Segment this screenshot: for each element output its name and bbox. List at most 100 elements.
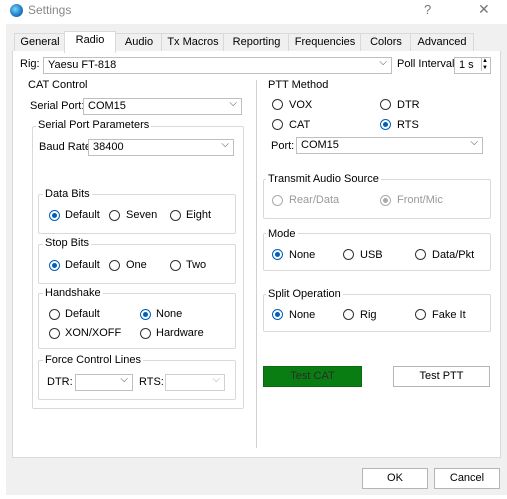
handshake-none-label: None: [156, 308, 183, 320]
ptt-cat-label: CAT: [289, 119, 311, 131]
mode-none-label: None: [289, 249, 316, 261]
tab-advanced[interactable]: Advanced: [410, 33, 474, 52]
ptt-port-select[interactable]: COM15 ⌵: [296, 137, 483, 154]
data-bits-seven-radio[interactable]: [109, 210, 120, 221]
split-none-label: None: [289, 309, 316, 321]
test-cat-button[interactable]: Test CAT: [263, 366, 362, 387]
mode-usb-radio[interactable]: [343, 249, 354, 260]
chevron-down-icon: ⌵: [470, 137, 478, 148]
cat-control-title: CAT Control: [28, 79, 88, 91]
transmit-audio-source-title: Transmit Audio Source: [266, 173, 381, 185]
mode-title: Mode: [266, 228, 298, 240]
rig-label: Rig:: [20, 58, 40, 70]
title-bar: Settings ? ✕: [0, 0, 507, 22]
tab-frequencies[interactable]: Frequencies: [288, 33, 362, 52]
rts-select[interactable]: ⌵: [165, 374, 225, 391]
data-bits-title: Data Bits: [43, 188, 92, 200]
split-fake-it-label: Fake It: [432, 309, 466, 321]
tx-audio-front-mic-label: Front/Mic: [397, 194, 443, 206]
serial-port-label: Serial Port:: [30, 100, 85, 112]
ptt-port-value: COM15: [301, 139, 339, 151]
ptt-vox-radio[interactable]: [272, 99, 283, 110]
handshake-hardware-radio[interactable]: [140, 328, 151, 339]
ptt-vox-label: VOX: [289, 99, 313, 111]
data-bits-default-radio[interactable]: [49, 210, 60, 221]
mode-none-radio[interactable]: [272, 249, 283, 260]
data-bits-seven-label: Seven: [126, 209, 158, 221]
handshake-xonxoff-radio[interactable]: [49, 328, 60, 339]
stop-bits-two-radio[interactable]: [170, 260, 181, 271]
tab-radio[interactable]: Radio: [64, 31, 116, 53]
handshake-default-radio[interactable]: [49, 309, 60, 320]
test-ptt-button[interactable]: Test PTT: [393, 366, 490, 387]
mode-data-pkt-radio[interactable]: [415, 249, 426, 260]
handshake-none-radio[interactable]: [140, 309, 151, 320]
split-operation-title: Split Operation: [266, 288, 343, 300]
tab-colors[interactable]: Colors: [360, 33, 412, 52]
stop-bits-default-label: Default: [65, 259, 100, 271]
cancel-button[interactable]: Cancel: [434, 468, 500, 489]
chevron-down-icon: ⌵: [120, 374, 128, 385]
split-none-radio[interactable]: [272, 309, 283, 320]
poll-interval-value: 1 s: [459, 59, 474, 71]
window-title: Settings: [28, 3, 72, 17]
tx-audio-rear-data-radio[interactable]: [272, 195, 283, 206]
serial-port-parameters-title: Serial Port Parameters: [36, 119, 152, 131]
dtr-label: DTR:: [47, 376, 73, 388]
baud-rate-select[interactable]: 38400 ⌵: [88, 139, 234, 156]
rig-select[interactable]: Yaesu FT-818 ⌵: [43, 57, 392, 74]
rig-value: Yaesu FT-818: [48, 59, 117, 71]
ptt-cat-radio[interactable]: [272, 119, 283, 130]
spin-down-icon[interactable]: ▼: [482, 65, 488, 71]
tab-audio[interactable]: Audio: [115, 33, 163, 52]
chevron-down-icon: ⌵: [379, 57, 387, 68]
dtr-select[interactable]: ⌵: [75, 374, 133, 391]
stop-bits-default-radio[interactable]: [49, 260, 60, 271]
split-rig-label: Rig: [360, 309, 377, 321]
chevron-down-icon: ⌵: [229, 98, 237, 109]
chevron-down-icon: ⌵: [212, 374, 220, 385]
rts-label: RTS:: [139, 376, 164, 388]
ptt-rts-label: RTS: [397, 119, 419, 131]
help-button[interactable]: ?: [424, 2, 431, 17]
tx-audio-rear-data-label: Rear/Data: [289, 194, 340, 206]
spin-buttons[interactable]: ▲ ▼: [481, 58, 490, 71]
app-globe-icon: [10, 4, 23, 17]
tx-audio-front-mic-radio[interactable]: [380, 195, 391, 206]
split-fake-it-radio[interactable]: [415, 309, 426, 320]
handshake-group: [38, 293, 236, 349]
poll-interval-spinbox[interactable]: 1 s ▲ ▼: [454, 57, 491, 74]
stop-bits-one-radio[interactable]: [109, 260, 120, 271]
poll-interval-label: Poll Interval:: [397, 58, 458, 70]
column-separator: [256, 80, 257, 448]
tab-general[interactable]: General: [14, 33, 66, 52]
stop-bits-two-label: Two: [186, 259, 207, 271]
close-button[interactable]: ✕: [478, 1, 490, 18]
stop-bits-one-label: One: [126, 259, 147, 271]
ok-button[interactable]: OK: [362, 468, 428, 489]
data-bits-eight-radio[interactable]: [170, 210, 181, 221]
handshake-xonxoff-label: XON/XOFF: [65, 327, 122, 339]
tab-reporting[interactable]: Reporting: [223, 33, 290, 52]
baud-rate-label: Baud Rate:: [39, 141, 95, 153]
ptt-port-label: Port:: [271, 140, 295, 152]
mode-data-pkt-label: Data/Pkt: [432, 249, 475, 261]
ptt-dtr-label: DTR: [397, 99, 420, 111]
data-bits-default-label: Default: [65, 209, 100, 221]
ptt-rts-radio[interactable]: [380, 119, 391, 130]
split-rig-radio[interactable]: [343, 309, 354, 320]
spin-up-icon[interactable]: ▲: [482, 58, 488, 64]
serial-port-select[interactable]: COM15 ⌵: [83, 98, 242, 115]
stop-bits-title: Stop Bits: [43, 237, 92, 249]
ptt-method-title: PTT Method: [268, 79, 329, 91]
baud-rate-value: 38400: [93, 141, 124, 153]
ptt-dtr-radio[interactable]: [380, 99, 391, 110]
force-control-lines-title: Force Control Lines: [43, 354, 143, 366]
serial-port-value: COM15: [88, 100, 126, 112]
data-bits-eight-label: Eight: [186, 209, 212, 221]
handshake-hardware-label: Hardware: [156, 327, 204, 339]
chevron-down-icon: ⌵: [221, 139, 229, 150]
tab-tx-macros[interactable]: Tx Macros: [161, 33, 225, 52]
handshake-default-label: Default: [65, 308, 100, 320]
handshake-title: Handshake: [43, 287, 103, 299]
